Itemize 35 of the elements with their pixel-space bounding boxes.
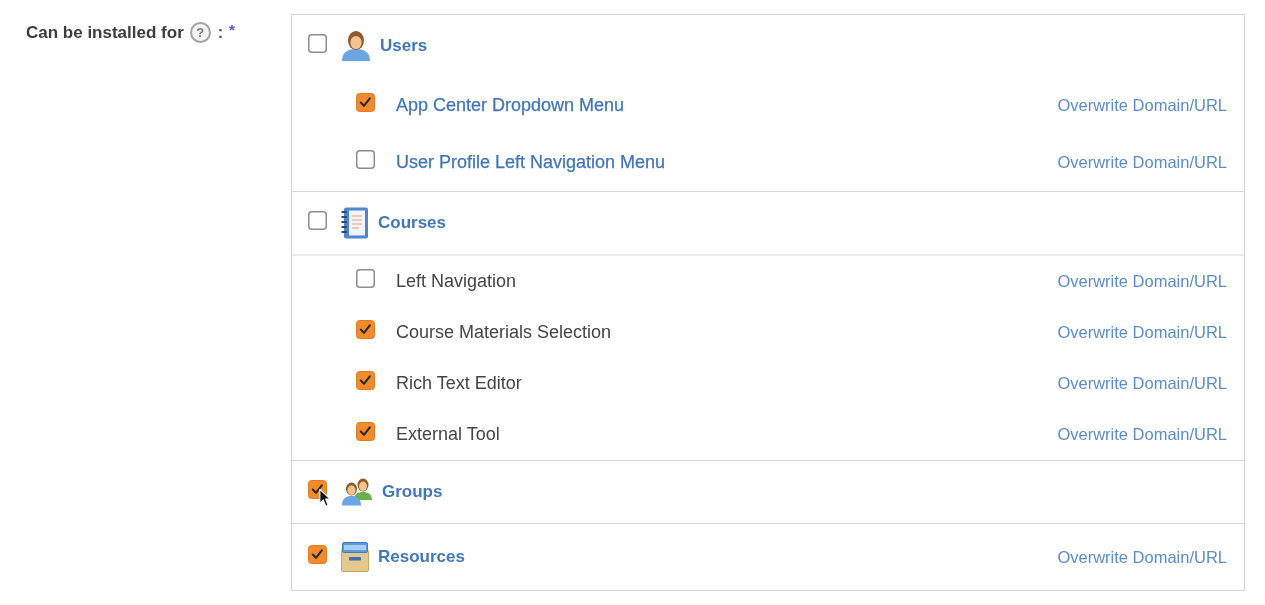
notebook-icon xyxy=(341,207,369,239)
checkbox[interactable] xyxy=(356,93,375,112)
checkbox[interactable] xyxy=(356,269,375,288)
field-label: Can be installed for xyxy=(26,22,184,43)
option-label: Rich Text Editor xyxy=(396,373,522,394)
overwrite-link[interactable]: Overwrite Domain/URL xyxy=(1057,374,1227,393)
checkbox[interactable] xyxy=(356,371,375,390)
checkbox[interactable] xyxy=(356,422,375,441)
section-link[interactable]: Resources xyxy=(378,547,465,567)
overwrite-link[interactable]: Overwrite Domain/URL xyxy=(1057,425,1227,444)
overwrite-link[interactable]: Overwrite Domain/URL xyxy=(1057,547,1227,567)
checkbox[interactable] xyxy=(308,34,327,53)
required-mark: * xyxy=(229,21,235,38)
help-button[interactable]: ? xyxy=(189,22,211,43)
section-link[interactable]: Users xyxy=(380,36,428,56)
option-label: Course Materials Selection xyxy=(396,322,612,343)
label-colon: : xyxy=(217,23,224,42)
overwrite-link[interactable]: Overwrite Domain/URL xyxy=(1057,96,1227,115)
overwrite-link[interactable]: Overwrite Domain/URL xyxy=(1057,272,1227,291)
checkbox[interactable] xyxy=(308,545,327,564)
overwrite-link[interactable]: Overwrite Domain/URL xyxy=(1057,153,1227,172)
checkbox[interactable] xyxy=(308,480,327,499)
people-icon xyxy=(341,478,373,506)
person-icon xyxy=(341,30,371,62)
overwrite-link[interactable]: Overwrite Domain/URL xyxy=(1057,323,1227,342)
option-link[interactable]: User Profile Left Navigation Menu xyxy=(396,152,666,173)
checkbox[interactable] xyxy=(356,320,375,339)
checkbox[interactable] xyxy=(308,211,327,230)
section-link[interactable]: Groups xyxy=(382,482,443,502)
option-label: External Tool xyxy=(396,424,500,445)
option-label: Left Navigation xyxy=(396,271,517,292)
option-link[interactable]: App Center Dropdown Menu xyxy=(396,95,625,116)
box-icon xyxy=(341,542,369,572)
checkbox[interactable] xyxy=(356,150,375,169)
section-link[interactable]: Courses xyxy=(378,213,447,233)
